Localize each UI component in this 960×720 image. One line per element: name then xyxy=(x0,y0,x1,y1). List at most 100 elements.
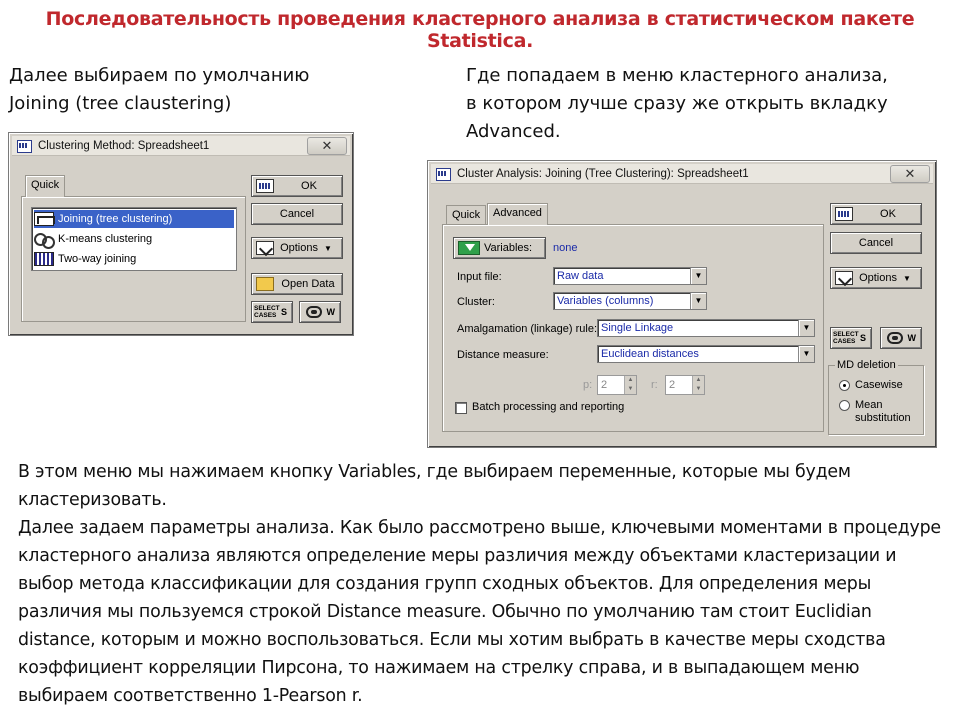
options-button[interactable]: Options xyxy=(251,237,343,259)
chevron-down-icon[interactable]: ▼ xyxy=(690,268,706,284)
caption-right-line-1: Где попадаем в меню кластерного анализа, xyxy=(466,65,888,86)
amalgamation-label: Amalgamation (linkage) rule: xyxy=(457,323,598,335)
slide-title: Последовательность проведения кластерног… xyxy=(45,8,915,52)
weight-button[interactable]: W xyxy=(299,301,341,323)
method-label: Two-way joining xyxy=(58,253,137,265)
method-kmeans[interactable]: K-means clustering xyxy=(34,230,234,249)
weight-w: W xyxy=(907,333,917,343)
chevron-down-icon[interactable]: ▼ xyxy=(690,293,706,309)
dialog-title: Cluster Analysis: Joining (Tree Clusteri… xyxy=(457,167,749,180)
casewise-label: Casewise xyxy=(855,379,903,391)
options-icon xyxy=(256,241,274,255)
cancel-button[interactable]: Cancel xyxy=(830,232,922,254)
select-cases-s: S xyxy=(280,307,287,317)
advanced-panel: Variables: none Input file: Raw data ▼ C… xyxy=(442,224,824,432)
chevron-down-icon[interactable]: ▼ xyxy=(798,320,814,336)
caption-right-line-2: в котором лучше сразу же открыть вкладку xyxy=(466,93,888,114)
method-joining[interactable]: Joining (tree clustering) xyxy=(34,210,234,228)
body-paragraph-1: В этом меню мы нажимаем кнопку Variables… xyxy=(18,462,851,510)
kmeans-icon xyxy=(34,232,55,249)
spreadsheet-icon xyxy=(435,167,451,181)
r-spinner[interactable]: 2 ▲ ▼ xyxy=(665,375,705,395)
weight-icon xyxy=(887,332,903,344)
clustering-method-dialog: Clustering Method: Spreadsheet1 ✕ Quick … xyxy=(8,132,354,336)
body-text: В этом меню мы нажимаем кнопку Variables… xyxy=(18,458,953,710)
open-data-button[interactable]: Open Data xyxy=(251,273,343,295)
dialog-titlebar[interactable]: Cluster Analysis: Joining (Tree Clusteri… xyxy=(431,164,933,184)
grid-icon xyxy=(34,252,54,266)
close-button[interactable]: ✕ xyxy=(307,137,347,155)
select-cases-label: SELECT CASES xyxy=(254,305,280,319)
input-file-select[interactable]: Raw data ▼ xyxy=(553,267,707,285)
select-cases-button[interactable]: SELECT CASES S xyxy=(251,301,293,323)
mean-substitution-radio[interactable] xyxy=(839,400,850,411)
distance-select[interactable]: Euclidean distances ▼ xyxy=(597,345,815,363)
mean-substitution-label: Mean substitution xyxy=(855,399,911,424)
amalgamation-select[interactable]: Single Linkage ▼ xyxy=(597,319,815,337)
dialog-title: Clustering Method: Spreadsheet1 xyxy=(38,139,210,152)
caption-left-line-2: Joining (tree claustering) xyxy=(9,93,232,114)
variables-icon xyxy=(458,241,480,255)
amalgamation-value: Single Linkage xyxy=(601,322,674,334)
tab-quick[interactable]: Quick xyxy=(25,175,66,197)
weight-w: W xyxy=(326,307,336,317)
weight-icon xyxy=(306,306,322,318)
caption-right-line-3: Advanced. xyxy=(466,121,561,142)
tab-quick[interactable]: Quick xyxy=(446,205,487,225)
options-label: Options xyxy=(280,242,332,254)
weight-button[interactable]: W xyxy=(880,327,922,349)
method-label: Joining (tree clustering) xyxy=(58,213,173,225)
cluster-value: Variables (columns) xyxy=(557,295,654,307)
options-button[interactable]: Options xyxy=(830,267,922,289)
options-icon xyxy=(835,271,853,285)
open-data-label: Open Data xyxy=(281,278,335,290)
ok-label: OK xyxy=(880,208,896,220)
variables-label: Variables: xyxy=(484,242,533,254)
cancel-label: Cancel xyxy=(279,208,315,220)
cancel-button[interactable]: Cancel xyxy=(251,203,343,225)
input-file-label: Input file: xyxy=(457,271,502,283)
ok-icon xyxy=(835,207,853,221)
ok-icon xyxy=(256,179,274,193)
caption-right: Где попадаем в меню кластерного анализа,… xyxy=(466,62,936,146)
batch-checkbox[interactable] xyxy=(455,402,467,414)
ok-button[interactable]: OK xyxy=(251,175,343,197)
spinner-arrows-icon[interactable]: ▲ ▼ xyxy=(624,376,636,394)
p-spinner[interactable]: 2 ▲ ▼ xyxy=(597,375,637,395)
cluster-select[interactable]: Variables (columns) ▼ xyxy=(553,292,707,310)
select-cases-label: SELECT CASES xyxy=(833,331,859,345)
close-button[interactable]: ✕ xyxy=(890,165,930,183)
p-label: p: xyxy=(583,379,593,391)
ok-button[interactable]: OK xyxy=(830,203,922,225)
options-label: Options xyxy=(859,272,911,284)
folder-icon xyxy=(256,277,274,291)
tab-advanced[interactable]: Advanced xyxy=(487,203,548,225)
caption-left: Далее выбираем по умолчанию Joining (tre… xyxy=(9,62,409,118)
cluster-analysis-dialog: Cluster Analysis: Joining (Tree Clusteri… xyxy=(427,160,937,448)
md-deletion-title: MD deletion xyxy=(835,359,898,371)
spinner-arrows-icon[interactable]: ▲ ▼ xyxy=(692,376,704,394)
cancel-label: Cancel xyxy=(858,237,894,249)
r-value: 2 xyxy=(669,379,676,391)
ok-label: OK xyxy=(301,180,317,192)
p-value: 2 xyxy=(601,379,608,391)
select-cases-s: S xyxy=(859,333,866,343)
casewise-radio[interactable] xyxy=(839,380,850,391)
r-label: r: xyxy=(651,379,658,391)
chevron-down-icon[interactable]: ▼ xyxy=(798,346,814,362)
cluster-label: Cluster: xyxy=(457,296,495,308)
select-cases-button[interactable]: SELECT CASES S xyxy=(830,327,872,349)
method-label: K-means clustering xyxy=(58,233,153,245)
method-two-way[interactable]: Two-way joining xyxy=(34,250,234,268)
input-file-value: Raw data xyxy=(557,270,604,282)
caption-left-line-1: Далее выбираем по умолчанию xyxy=(9,65,310,86)
tree-icon xyxy=(34,212,55,226)
dialog-titlebar[interactable]: Clustering Method: Spreadsheet1 ✕ xyxy=(12,136,350,156)
body-paragraph-2: Далее задаем параметры анализа. Как было… xyxy=(18,518,941,706)
md-deletion-group: MD deletion Casewise Mean substitution xyxy=(828,359,924,435)
variables-button[interactable]: Variables: xyxy=(453,237,546,259)
quick-panel: Joining (tree clustering) K-means cluste… xyxy=(21,196,246,322)
spreadsheet-icon xyxy=(16,139,32,153)
distance-value: Euclidean distances xyxy=(601,348,699,360)
batch-label: Batch processing and reporting xyxy=(472,401,625,413)
